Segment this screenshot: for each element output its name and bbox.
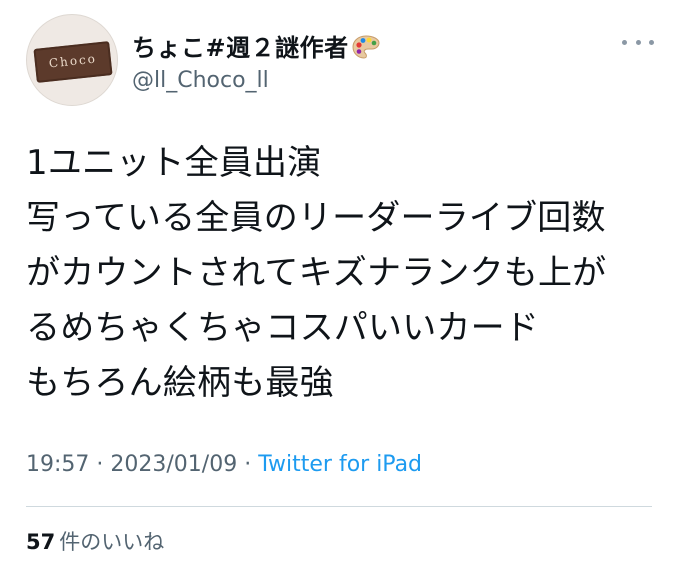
- dot: [649, 39, 654, 45]
- likes-label: 件のいいね: [59, 530, 165, 554]
- likes-count: 57: [26, 530, 56, 554]
- tweet-source-link[interactable]: Twitter for iPad: [258, 452, 422, 477]
- tweet-metadata: 19:57 · 2023/01/09 · Twitter for iPad: [26, 452, 422, 477]
- display-name-text: ちょこ#週２謎作者: [132, 34, 349, 62]
- tweet-text-line: 1ユニット全員出演: [26, 143, 322, 183]
- artist-palette-icon: [351, 34, 381, 60]
- avatar[interactable]: Choco: [26, 14, 118, 106]
- dot: [635, 39, 641, 45]
- meta-separator: ·: [244, 452, 252, 477]
- dot: [622, 39, 627, 45]
- tweet-time[interactable]: 19:57: [26, 452, 89, 477]
- tweet-text-line: がカウントされてキズナランクも上が: [26, 253, 607, 293]
- meta-separator: ·: [96, 452, 104, 477]
- divider: [26, 506, 652, 507]
- likes-summary[interactable]: 57 件のいいね: [26, 526, 164, 556]
- avatar-text: Choco: [48, 51, 98, 71]
- display-name[interactable]: ちょこ#週２謎作者: [132, 28, 381, 63]
- tweet-date[interactable]: 2023/01/09: [110, 452, 237, 477]
- user-handle[interactable]: @ll_Choco_ll: [132, 68, 269, 93]
- more-options-icon[interactable]: [622, 34, 654, 50]
- tweet-text-line: 写っている全員のリーダーライブ回数: [26, 198, 606, 238]
- tweet-text-line: るめちゃくちゃコスパいいカード: [26, 308, 539, 348]
- tweet-text-line: もちろん絵柄も最強: [26, 363, 334, 403]
- tweet-text: 1ユニット全員出演 写っている全員のリーダーライブ回数 がカウントされてキズナラ…: [26, 136, 666, 411]
- tweet-header: Choco ちょこ#週２謎作者 @ll_Choco_ll: [26, 14, 658, 106]
- chocolate-bar-image: Choco: [33, 41, 113, 83]
